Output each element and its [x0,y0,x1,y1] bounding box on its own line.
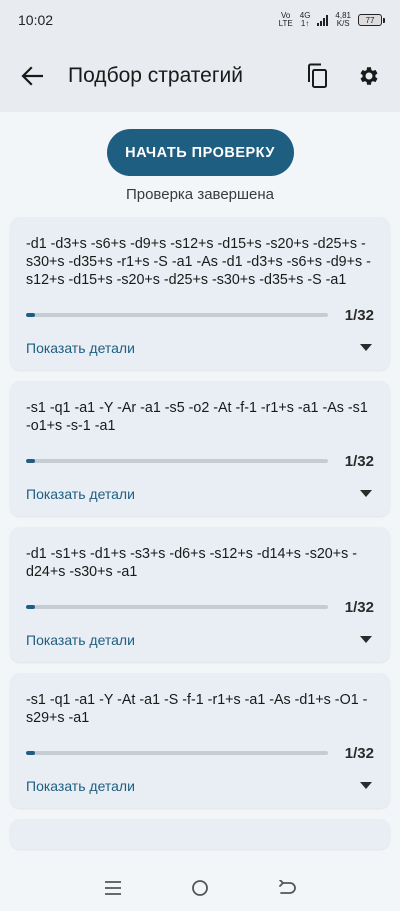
back-icon[interactable] [275,876,299,900]
gear-icon[interactable] [354,61,384,91]
speed-indicator: 4,81 K/S [335,11,351,28]
details-label: Показать детали [26,632,135,648]
progress-bar [26,605,328,609]
strategy-card: -s1 -q1 -a1 -Y -Ar -a1 -s5 -o2 -At -f-1 … [10,381,390,516]
copy-icon[interactable] [302,61,332,91]
details-label: Показать детали [26,486,135,502]
battery-icon: 77 [358,14,385,26]
progress-row: 1/32 [26,304,374,326]
status-bar: 10:02 Vo LTE 4G 1↑ 4,81 K/S 77 [0,0,400,40]
strategy-text: -s1 -q1 -a1 -Y -At -a1 -S -f-1 -r1+s -a1… [26,692,368,726]
chevron-down-icon [360,782,372,789]
progress-bar [26,313,328,317]
page-title: Подбор стратегий [68,64,243,87]
details-toggle[interactable]: Показать детали [26,472,374,516]
progress-fill [26,751,36,755]
progress-fill [26,313,36,317]
progress-bar [26,459,328,463]
progress-bar [26,751,328,755]
strategy-card [10,819,390,849]
progress-fill [26,459,36,463]
status-time: 10:02 [18,12,54,28]
strategy-list: -d1 -d3+s -s6+s -d9+s -s12+s -d15+s -s20… [10,217,390,849]
chevron-down-icon [360,636,372,643]
strategy-text: -d1 -d3+s -s6+s -d9+s -s12+s -d15+s -s20… [26,236,371,288]
progress-fill [26,605,36,609]
progress-count: 1/32 [344,598,374,616]
strategy-card: -s1 -q1 -a1 -Y -At -a1 -S -f-1 -r1+s -a1… [10,673,390,808]
strategy-card: -d1 -s1+s -d1+s -s3+s -d6+s -s12+s -d14+… [10,527,390,662]
menu-icon[interactable] [101,876,125,900]
progress-row: 1/32 [26,450,374,472]
chevron-down-icon [360,490,372,497]
start-check-button[interactable]: НАЧАТЬ ПРОВЕРКУ [106,129,294,176]
network-indicator: 4G 1↑ [299,11,311,28]
strategy-text: -s1 -q1 -a1 -Y -Ar -a1 -s5 -o2 -At -f-1 … [26,400,368,434]
main-content: НАЧАТЬ ПРОВЕРКУ Проверка завершена -d1 -… [0,112,400,849]
details-label: Показать детали [26,778,135,794]
details-toggle[interactable]: Показать детали [26,764,374,808]
battery-level: 77 [365,15,375,25]
progress-count: 1/32 [344,306,374,324]
volte-indicator: Vo LTE [278,11,293,28]
progress-row: 1/32 [26,596,374,618]
progress-count: 1/32 [344,452,374,470]
progress-row: 1/32 [26,742,374,764]
strategy-text: -d1 -s1+s -d1+s -s3+s -d6+s -s12+s -d14+… [26,546,357,580]
app-bar: Подбор стратегий [0,40,400,112]
strategy-card: -d1 -d3+s -s6+s -d9+s -s12+s -d15+s -s20… [10,217,390,370]
details-toggle[interactable]: Показать детали [26,326,374,370]
details-toggle[interactable]: Показать детали [26,618,374,662]
system-nav-bar [0,864,400,911]
details-label: Показать детали [26,340,135,356]
chevron-down-icon [360,344,372,351]
signal-icon [317,14,329,26]
check-status: Проверка завершена [125,186,275,203]
status-indicators: Vo LTE 4G 1↑ 4,81 K/S 77 [278,11,385,28]
arrow-back-icon[interactable] [18,62,46,90]
progress-count: 1/32 [344,744,374,762]
home-icon[interactable] [188,876,212,900]
